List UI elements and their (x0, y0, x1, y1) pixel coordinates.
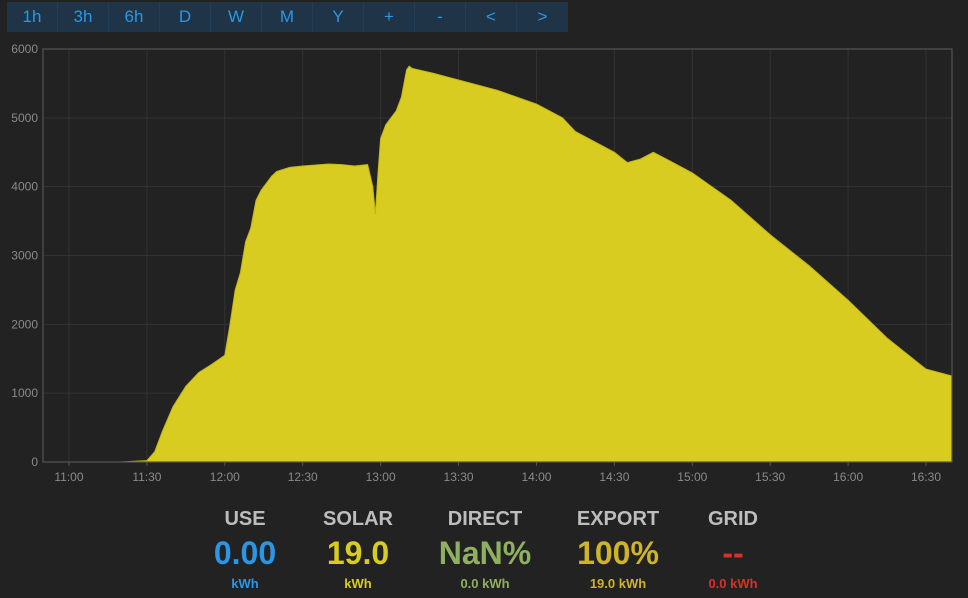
y-tick-label: 0 (31, 455, 38, 469)
x-tick-label: 16:00 (833, 470, 863, 484)
zoom-out-button[interactable]: - (415, 2, 466, 32)
grid-label: GRID (708, 508, 758, 530)
range-week-button[interactable]: W (211, 2, 262, 32)
range-3h-button[interactable]: 3h (58, 2, 109, 32)
direct-unit: 0.0 kWh (460, 576, 510, 591)
range-year-button[interactable]: Y (313, 2, 364, 32)
x-tick-label: 14:00 (521, 470, 551, 484)
solar-area-series (43, 65, 953, 463)
x-tick-label: 13:00 (366, 470, 396, 484)
y-tick-label: 5000 (11, 111, 38, 125)
y-tick-label: 2000 (11, 317, 38, 331)
x-tick-label: 11:00 (54, 470, 83, 484)
x-tick-label: 15:30 (755, 470, 785, 484)
grid-stat: GRID -- 0.0 kWh (663, 508, 803, 591)
range-1h-button[interactable]: 1h (7, 2, 58, 32)
solar-power-chart[interactable]: 11:00 11:30 12:00 12:30 13:00 13:30 14:00 14:30… (0, 36, 968, 486)
range-6h-button[interactable]: 6h (109, 2, 160, 32)
direct-stat: DIRECT NaN% 0.0 kWh (415, 508, 555, 591)
x-tick-label: 14:30 (599, 470, 629, 484)
x-tick-label: 13:30 (444, 470, 474, 484)
pan-right-button[interactable]: > (517, 2, 568, 32)
x-tick-label: 12:30 (288, 470, 318, 484)
time-range-toolbar: 1h 3h 6h D W M Y + - < > (7, 2, 568, 32)
energy-stats: USE 0.00 kWh SOLAR 19.0 kWh DIRECT NaN% … (200, 508, 790, 598)
y-tick-label: 6000 (11, 42, 38, 56)
solar-unit: kWh (344, 576, 372, 591)
direct-value: NaN% (438, 535, 532, 571)
grid-value: -- (722, 535, 744, 571)
direct-label: DIRECT (447, 508, 523, 530)
range-day-button[interactable]: D (160, 2, 211, 32)
x-tick-label: 16:30 (911, 470, 941, 484)
y-tick-label: 4000 (11, 180, 38, 194)
x-tick-label: 12:00 (210, 470, 240, 484)
x-tick-label: 11:30 (132, 470, 161, 484)
solar-stat: SOLAR 19.0 kWh (288, 508, 428, 591)
y-tick-label: 3000 (11, 249, 38, 263)
x-tick-label: 15:00 (677, 470, 707, 484)
pan-left-button[interactable]: < (466, 2, 517, 32)
zoom-in-button[interactable]: + (364, 2, 415, 32)
range-month-button[interactable]: M (262, 2, 313, 32)
solar-label: SOLAR (323, 508, 393, 530)
solar-value: 19.0 (326, 535, 390, 571)
y-tick-label: 1000 (11, 386, 38, 400)
grid-unit: 0.0 kWh (708, 576, 758, 591)
